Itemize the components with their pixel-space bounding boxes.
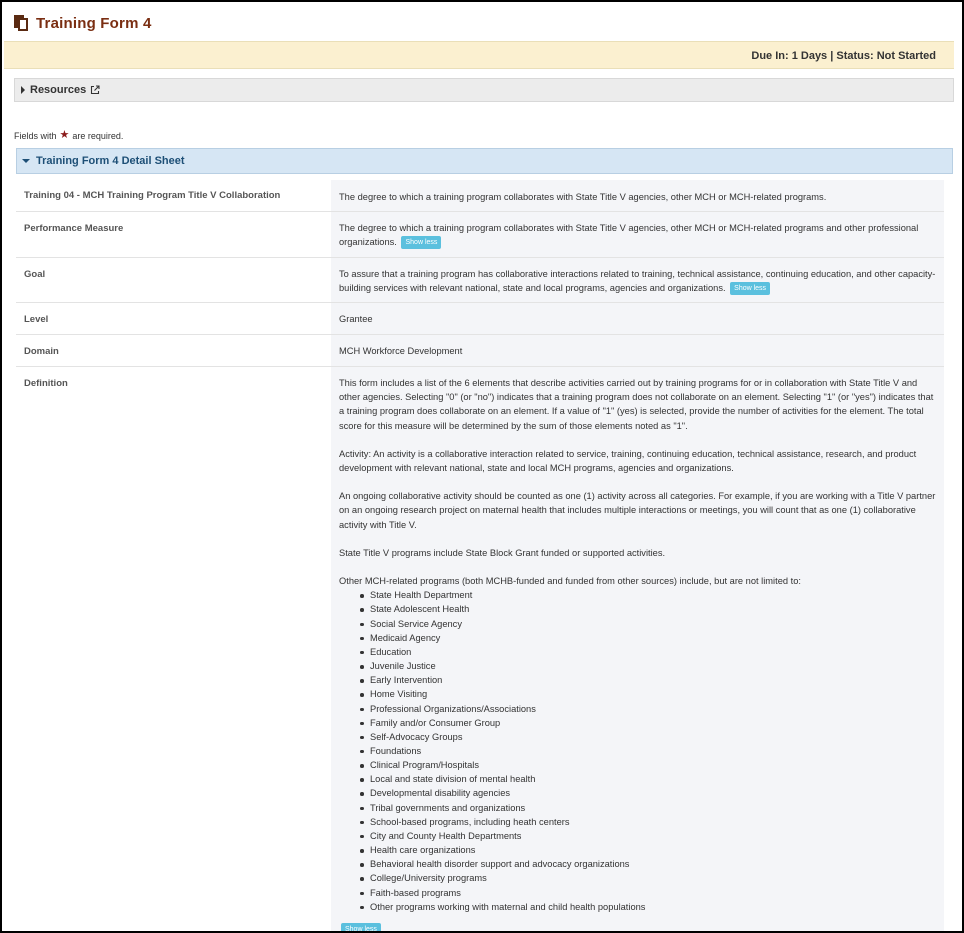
form-icon <box>14 15 28 31</box>
list-item: Juvenile Justice <box>360 659 936 673</box>
detail-row-domain: Domain MCH Workforce Development <box>16 335 944 368</box>
page-header: Training Form 4 <box>14 12 152 34</box>
status-bar: Due In: 1 Days | Status: Not Started <box>4 41 954 69</box>
list-item: Health care organizations <box>360 843 936 857</box>
detail-row-definition: Definition This form includes a list of … <box>16 367 944 931</box>
list-item: Faith-based programs <box>360 886 936 900</box>
list-item: State Health Department <box>360 588 936 602</box>
list-item: School-based programs, including heath c… <box>360 815 936 829</box>
show-less-button[interactable]: Show less <box>341 922 381 931</box>
detail-table: Training 04 - MCH Training Program Title… <box>16 180 944 931</box>
list-item: Self-Advocacy Groups <box>360 730 936 744</box>
row-label: Level <box>16 303 331 335</box>
goal-text: To assure that a training program has co… <box>339 268 936 293</box>
required-note-prefix: Fields with <box>14 130 57 141</box>
row-label: Domain <box>16 335 331 367</box>
list-item: Home Visiting <box>360 687 936 701</box>
list-item: Local and state division of mental healt… <box>360 772 936 786</box>
required-note-suffix: are required. <box>72 130 124 141</box>
row-value: This form includes a list of the 6 eleme… <box>331 367 944 931</box>
show-less-button[interactable]: Show less <box>401 236 442 250</box>
list-item: Developmental disability agencies <box>360 786 936 800</box>
list-item: State Adolescent Health <box>360 602 936 616</box>
definition-paragraph: Activity: An activity is a collaborative… <box>339 448 917 474</box>
caret-right-icon <box>21 86 25 94</box>
list-item: Clinical Program/Hospitals <box>360 758 936 772</box>
definition-paragraph: State Title V programs include State Blo… <box>339 547 666 558</box>
row-value: To assure that a training program has co… <box>331 257 944 303</box>
detail-row-goal: Goal To assure that a training program h… <box>16 257 944 304</box>
detail-row-training: Training 04 - MCH Training Program Title… <box>16 180 944 213</box>
list-item: Behavioral health disorder support and a… <box>360 857 936 871</box>
row-value: The degree to which a training program c… <box>331 180 944 212</box>
list-item: Family and/or Consumer Group <box>360 716 936 730</box>
definition-paragraph: An ongoing collaborative activity should… <box>339 491 936 530</box>
external-link-icon <box>91 85 100 95</box>
due-status-text: Due In: 1 Days | Status: Not Started <box>751 50 936 62</box>
show-less-button[interactable]: Show less <box>730 281 771 295</box>
list-item: Medicaid Agency <box>360 631 936 645</box>
program-list: State Health Department State Adolescent… <box>360 588 936 914</box>
list-item: Early Intervention <box>360 673 936 687</box>
row-label: Definition <box>16 367 331 931</box>
list-item: College/University programs <box>360 871 936 885</box>
page-frame: Training Form 4 Due In: 1 Days | Status:… <box>0 0 964 933</box>
definition-paragraph: This form includes a list of the 6 eleme… <box>339 378 934 431</box>
row-label: Goal <box>16 257 331 303</box>
detail-sheet-toggle[interactable]: Training Form 4 Detail Sheet <box>16 148 953 174</box>
list-item: City and County Health Departments <box>360 829 936 843</box>
definition-paragraph: Other MCH-related programs (both MCHB-fu… <box>339 576 801 587</box>
detail-row-performance-measure: Performance Measure The degree to which … <box>16 212 944 258</box>
list-item: Education <box>360 645 936 659</box>
page-title: Training Form 4 <box>36 14 152 32</box>
resources-label: Resources <box>30 84 87 96</box>
list-item: Social Service Agency <box>360 617 936 631</box>
row-value: Grantee <box>331 303 944 335</box>
list-item: Tribal governments and organizations <box>360 801 936 815</box>
list-item: Foundations <box>360 744 936 758</box>
resources-toggle[interactable]: Resources <box>14 78 954 102</box>
row-label: Performance Measure <box>16 212 331 257</box>
caret-down-icon <box>22 159 30 163</box>
list-item: Professional Organizations/Associations <box>360 702 936 716</box>
detail-row-level: Level Grantee <box>16 303 944 336</box>
section-title: Training Form 4 Detail Sheet <box>36 155 185 167</box>
row-label: Training 04 - MCH Training Program Title… <box>16 180 331 212</box>
required-note: Fields with ★ are required. <box>14 130 123 141</box>
list-item: Other programs working with maternal and… <box>360 900 936 914</box>
row-value: MCH Workforce Development <box>331 335 944 367</box>
row-value: The degree to which a training program c… <box>331 212 944 257</box>
required-star-icon: ★ <box>59 129 70 141</box>
